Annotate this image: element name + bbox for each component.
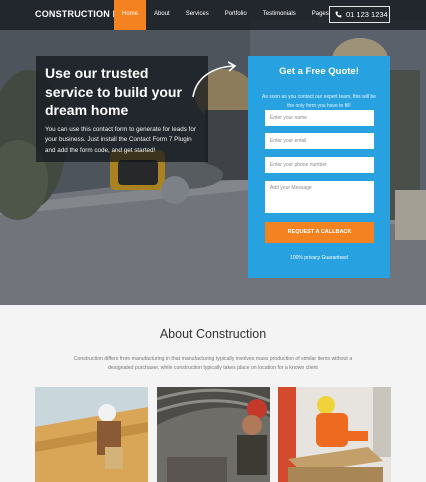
curved-arrow-icon xyxy=(192,61,237,98)
phone-field[interactable] xyxy=(265,157,374,173)
worker-image xyxy=(278,387,391,482)
about-section: About Construction Construction differs … xyxy=(0,305,426,482)
menu-item-home[interactable]: Home xyxy=(114,0,147,30)
portfolio-card-worker[interactable] xyxy=(278,387,391,482)
portfolio-card-welder[interactable] xyxy=(157,387,270,482)
menu-item-portfolio[interactable]: Portfolio xyxy=(217,0,255,30)
menu-item-services[interactable]: Services xyxy=(178,0,217,30)
menu-item-testimonials[interactable]: Testimonials xyxy=(255,0,304,30)
phone-number: 01 123 1234 xyxy=(346,10,388,19)
hero-description: You can use this contact form to generat… xyxy=(45,125,196,154)
phone-button[interactable]: 01 123 1234 xyxy=(329,6,390,23)
privacy-note: 100% privacy Guaranteed xyxy=(290,255,348,261)
main-menu: Home About Services Portfolio Testimonia… xyxy=(114,0,337,30)
quote-form-title: Get a Free Quote! xyxy=(279,66,359,77)
about-text: Construction differs from manufacturing … xyxy=(73,356,353,371)
top-navbar: CONSTRUCTION PRO Home About Services Por… xyxy=(0,0,426,30)
request-callback-button[interactable]: REQUEST A CALLBACK xyxy=(265,222,374,243)
hero-headline: Use our trusted service to build your dr… xyxy=(45,65,182,118)
portfolio-card-carpenter[interactable] xyxy=(35,387,148,482)
name-field[interactable] xyxy=(265,110,374,126)
carpenter-image xyxy=(35,387,148,482)
phone-icon xyxy=(335,11,342,18)
about-title: About Construction xyxy=(159,327,267,341)
welder-image xyxy=(157,387,270,482)
hero-headline-box: Use our trusted service to build your dr… xyxy=(36,56,208,162)
quote-form: Get a Free Quote! As soon as you contact… xyxy=(248,56,390,278)
hero-section: CONSTRUCTION PRO Home About Services Por… xyxy=(0,0,426,305)
quote-form-intro: As soon as you contact our expert team, … xyxy=(262,94,376,109)
email-field[interactable] xyxy=(265,133,374,149)
message-field[interactable] xyxy=(265,181,374,213)
menu-item-about[interactable]: About xyxy=(146,0,178,30)
